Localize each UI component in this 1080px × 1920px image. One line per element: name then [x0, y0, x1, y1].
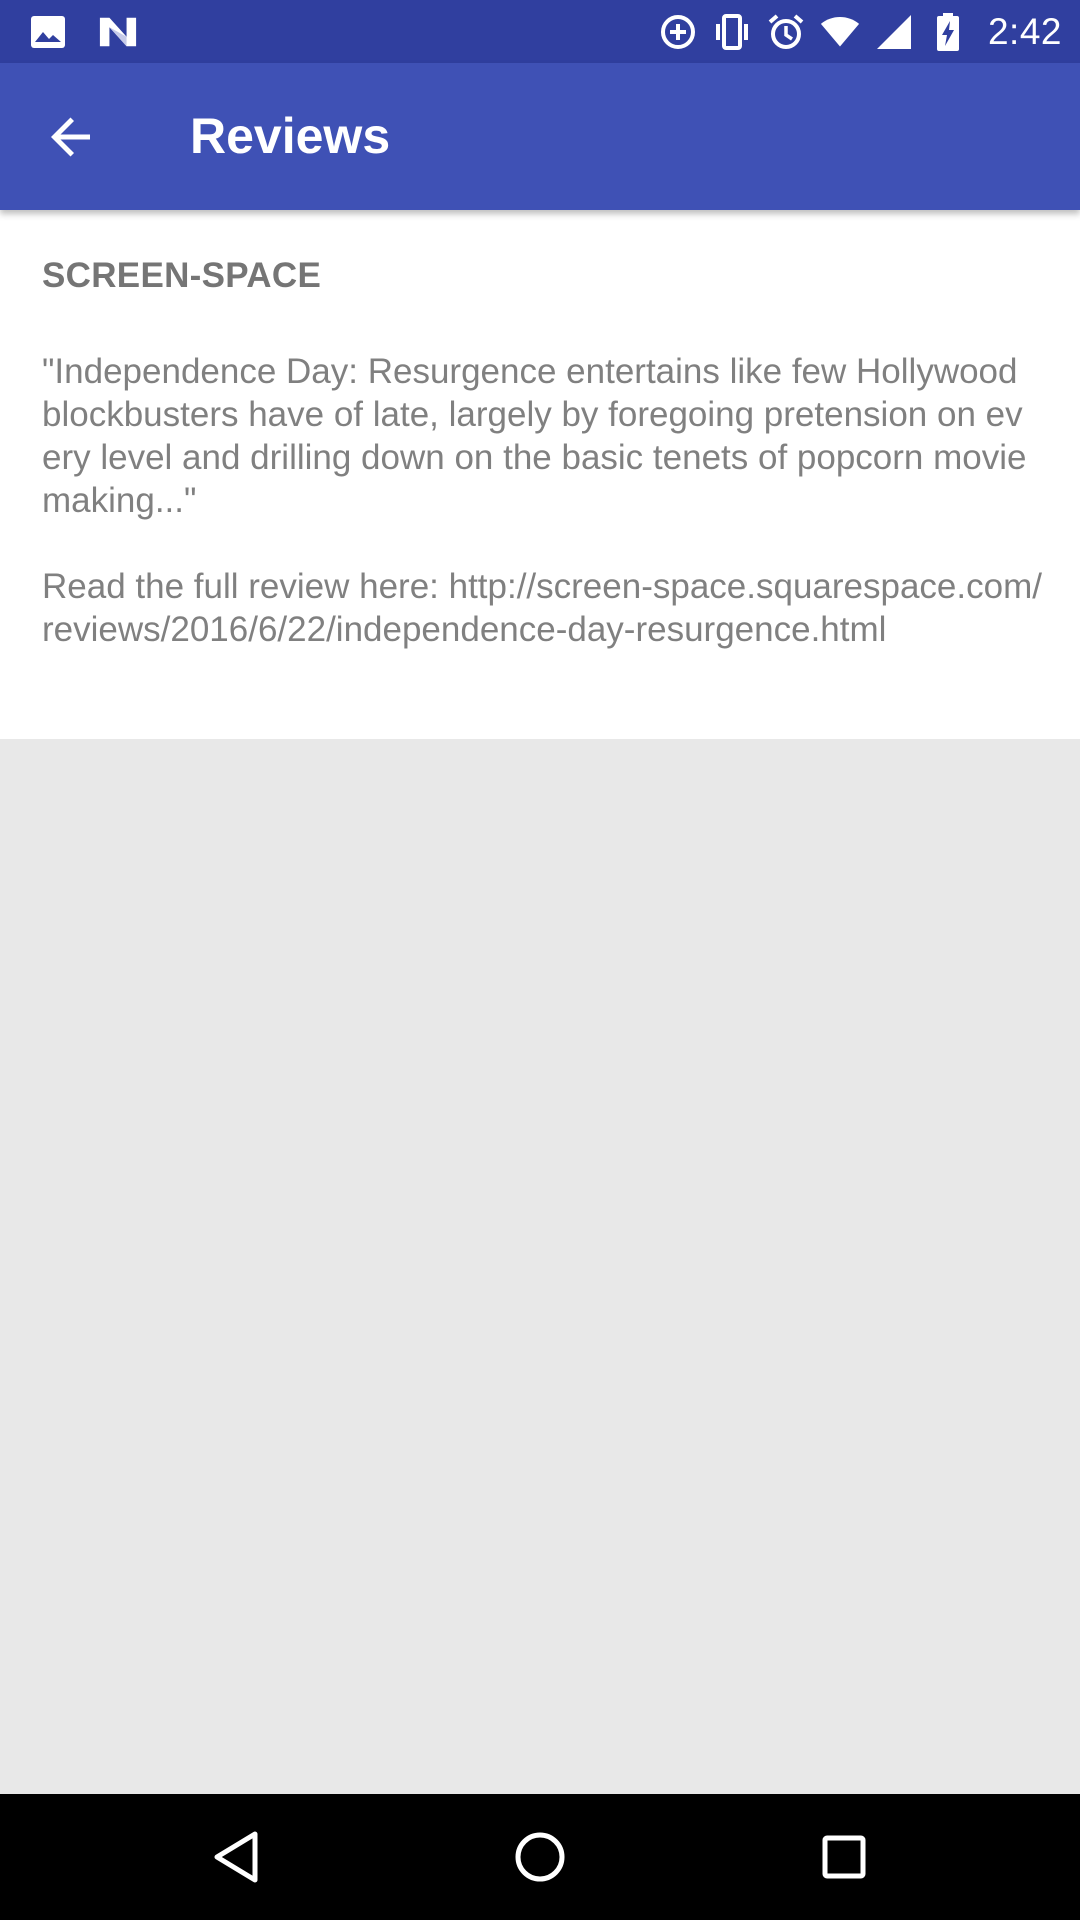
page-title: Reviews: [190, 108, 391, 164]
nav-home-button[interactable]: [500, 1817, 580, 1897]
review-source: SCREEN-SPACE: [42, 256, 322, 295]
wifi-icon: [820, 12, 860, 52]
status-bar: 2:42: [0, 0, 1080, 63]
circle-home-icon: [515, 1832, 565, 1882]
screen: 2:42 Reviews SCREEN-SPACE "Independence …: [0, 0, 1080, 1920]
image-icon: [28, 12, 68, 52]
arrow-back-icon: [51, 117, 90, 157]
status-right-icons: 2:42: [658, 0, 1062, 63]
cell-signal-icon: [874, 12, 914, 52]
navigation-bar: [0, 1794, 1080, 1920]
nav-back-button[interactable]: [196, 1817, 276, 1897]
review-body[interactable]: "Independence Day: Resurgence entertains…: [42, 350, 1042, 651]
data-saver-icon: [658, 12, 698, 52]
alarm-icon: [766, 12, 806, 52]
battery-charging-icon: [928, 12, 968, 52]
status-left-icons: [28, 0, 138, 63]
review-card: SCREEN-SPACE "Independence Day: Resurgen…: [0, 210, 1080, 739]
triangle-back-icon: [214, 1831, 258, 1883]
square-recents-icon: [822, 1835, 866, 1879]
nav-recents-button[interactable]: [804, 1817, 884, 1897]
back-button[interactable]: [32, 97, 112, 177]
app-bar: Reviews: [0, 63, 1080, 210]
vibrate-icon: [712, 12, 752, 52]
status-time: 2:42: [987, 10, 1062, 52]
n-app-icon: [98, 12, 138, 52]
